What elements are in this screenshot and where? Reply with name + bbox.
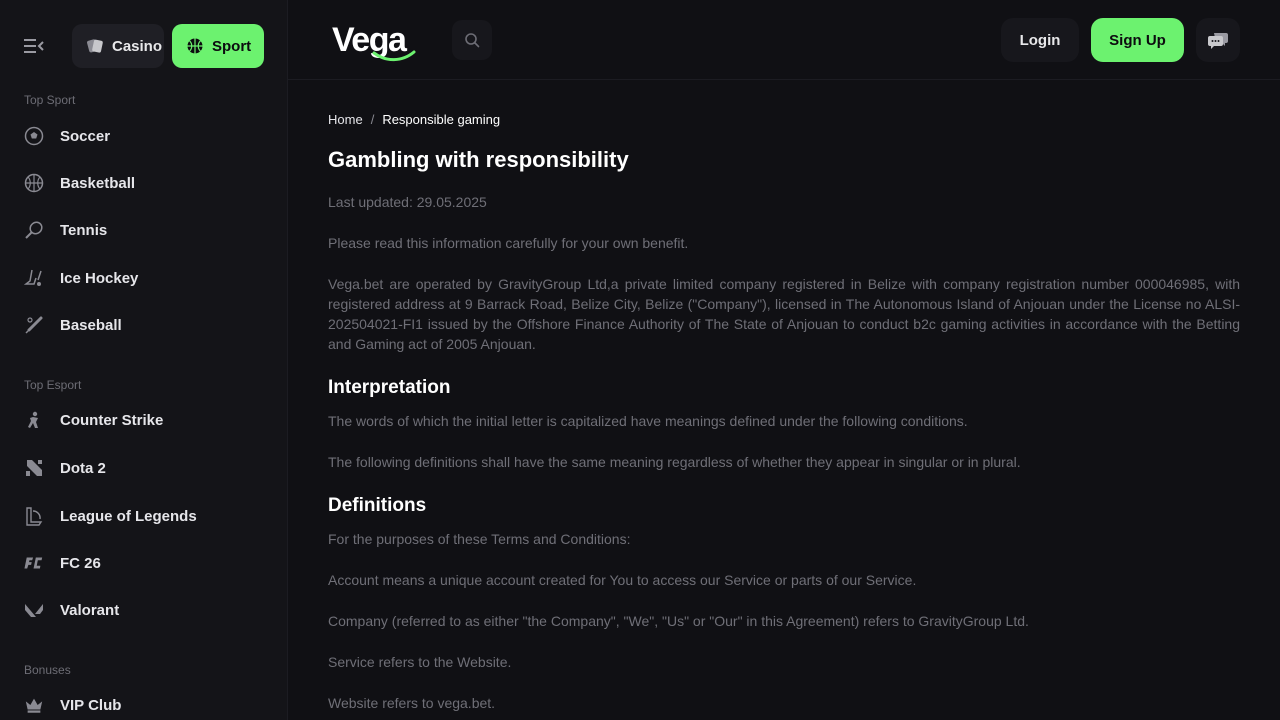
definitions-paragraph: Service refers to the Website. — [328, 654, 512, 670]
signup-button[interactable]: Sign Up — [1091, 18, 1184, 62]
sidebar-top: Casino Sport — [0, 24, 287, 68]
basketball-icon — [24, 173, 44, 193]
sidebar: Casino Sport Top Sport Soccer Basketball… — [0, 0, 288, 720]
breadcrumb: Home / Responsible gaming — [328, 112, 500, 127]
ice-hockey-icon — [24, 268, 44, 288]
intro-paragraph: Please read this information carefully f… — [328, 235, 689, 251]
crown-icon — [24, 695, 44, 715]
definitions-paragraph: Website refers to vega.bet. — [328, 695, 496, 711]
breadcrumb-home-link[interactable]: Home — [328, 112, 363, 127]
sidebar-item-basketball[interactable]: Basketball — [0, 163, 287, 203]
valorant-icon — [24, 600, 44, 620]
sidebar-item-dota-2[interactable]: Dota 2 — [0, 448, 287, 488]
sidebar-item-label: Basketball — [60, 174, 136, 192]
breadcrumb-current: Responsible gaming — [382, 112, 501, 127]
casino-mode-label: Casino — [112, 37, 163, 55]
sidebar-item-league-of-legends[interactable]: League of Legends — [0, 496, 287, 536]
interpretation-paragraph: The following definitions shall have the… — [328, 454, 1021, 470]
breadcrumb-separator: / — [370, 112, 375, 127]
main-content: Home / Responsible gaming Gambling with … — [328, 80, 1240, 720]
company-info-paragraph: Vega.bet are operated by GravityGroup Lt… — [328, 276, 1240, 352]
baseball-bat-icon — [24, 315, 44, 335]
soccer-ball-icon — [24, 126, 44, 146]
sidebar-item-fc-26[interactable]: FC 26 — [0, 543, 287, 583]
sidebar-item-valorant[interactable]: Valorant — [0, 590, 287, 630]
sport-mode-label: Sport — [212, 37, 252, 55]
sidebar-item-label: FC 26 — [60, 554, 101, 572]
page-title: Gambling with responsibility — [328, 147, 629, 172]
sidebar-item-label: Ice Hockey — [60, 269, 139, 287]
chat-button[interactable] — [1196, 18, 1240, 62]
definitions-heading: Definitions — [328, 495, 427, 516]
sidebar-item-tennis[interactable]: Tennis — [0, 210, 287, 250]
collapse-sidebar-button[interactable] — [24, 37, 44, 55]
sidebar-item-label: Tennis — [60, 221, 108, 239]
login-button[interactable]: Login — [1001, 18, 1079, 62]
basketball-icon — [186, 37, 204, 55]
casino-mode-button[interactable]: Casino — [72, 24, 164, 68]
cards-icon — [86, 37, 104, 55]
sidebar-item-ice-hockey[interactable]: Ice Hockey — [0, 258, 287, 298]
search-button[interactable] — [452, 20, 492, 60]
sidebar-item-vip-club[interactable]: VIP Club — [0, 685, 287, 720]
bonuses-title: Bonuses — [24, 663, 71, 677]
league-of-legends-icon — [24, 506, 44, 526]
sidebar-item-label: League of Legends — [60, 507, 197, 525]
top-sport-title: Top Sport — [24, 93, 76, 107]
collapse-menu-icon — [24, 39, 44, 53]
tennis-icon — [24, 220, 44, 240]
definitions-paragraph: Account means a unique account created f… — [328, 572, 917, 588]
dota-icon — [24, 458, 44, 478]
sidebar-item-label: Dota 2 — [60, 459, 106, 477]
search-icon — [465, 33, 480, 48]
sidebar-item-label: Valorant — [60, 601, 120, 619]
fc-icon — [24, 553, 44, 573]
sidebar-item-label: Counter Strike — [60, 411, 164, 429]
sidebar-item-label: VIP Club — [60, 696, 122, 714]
last-updated-text: Last updated: 29.05.2025 — [328, 194, 487, 210]
counter-strike-icon — [24, 410, 44, 430]
logo-swoosh-icon — [372, 50, 416, 62]
interpretation-paragraph: The words of which the initial letter is… — [328, 413, 968, 429]
sidebar-item-counter-strike[interactable]: Counter Strike — [0, 400, 287, 440]
sport-mode-button[interactable]: Sport — [172, 24, 264, 68]
sidebar-item-soccer[interactable]: Soccer — [0, 116, 287, 156]
sidebar-item-baseball[interactable]: Baseball — [0, 305, 287, 345]
logo[interactable]: Vega — [332, 20, 416, 62]
interpretation-heading: Interpretation — [328, 377, 451, 398]
definitions-paragraph: For the purposes of these Terms and Cond… — [328, 531, 631, 547]
app: Casino Sport Top Sport Soccer Basketball… — [0, 0, 1280, 720]
top-esport-title: Top Esport — [24, 378, 82, 392]
sidebar-item-label: Baseball — [60, 316, 122, 334]
chat-icon — [1208, 33, 1228, 49]
header: Vega Login Sign Up — [288, 0, 1280, 80]
sidebar-item-label: Soccer — [60, 127, 111, 145]
definitions-paragraph: Company (referred to as either "the Comp… — [328, 613, 1029, 629]
